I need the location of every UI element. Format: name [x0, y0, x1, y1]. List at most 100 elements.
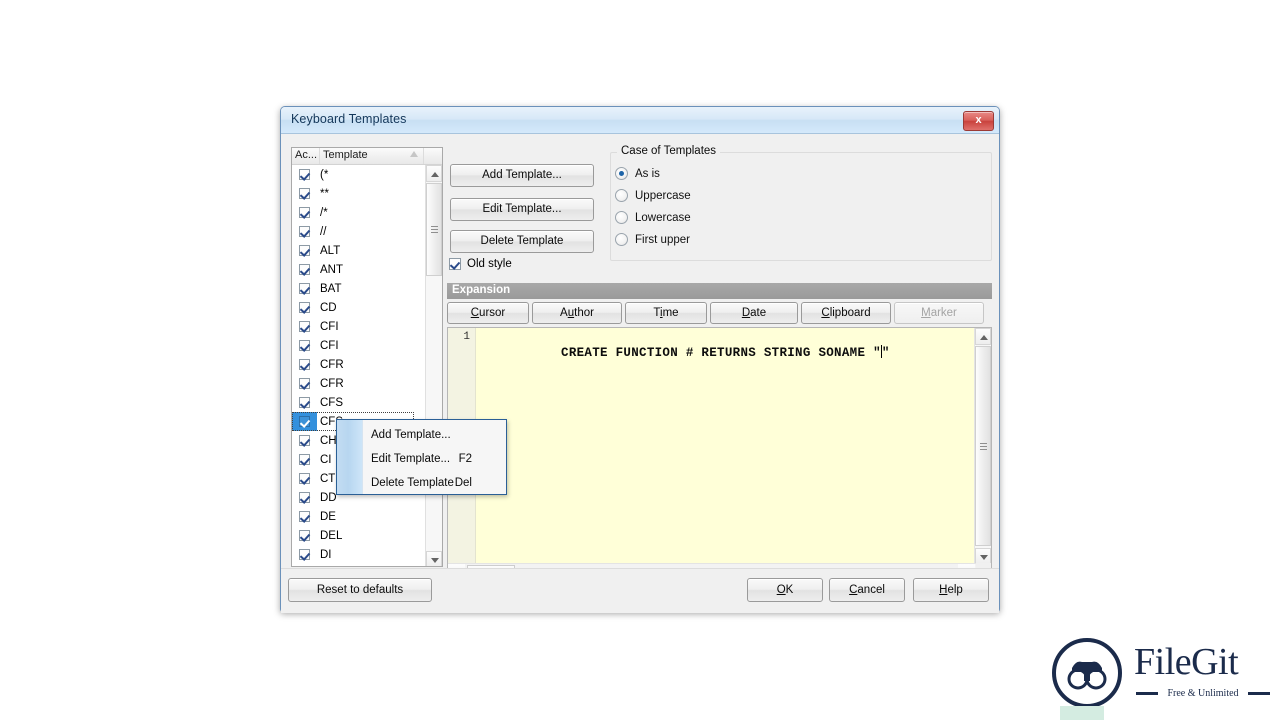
list-item[interactable]: ** [292, 184, 414, 203]
editor-scrollbar-thumb[interactable] [975, 346, 991, 546]
expansion-toolbar: Cursor Author Time Date Clipboard Marker [447, 302, 992, 324]
reset-to-defaults-button[interactable]: Reset to defaults [288, 578, 432, 602]
list-item[interactable]: ANT [292, 260, 414, 279]
chevron-up-icon [980, 335, 988, 340]
list-item-label: ALT [320, 244, 341, 257]
checkbox-icon[interactable] [299, 188, 310, 199]
radio-uppercase[interactable]: Uppercase [615, 189, 691, 202]
button-accel: C [470, 307, 480, 319]
checkbox-icon[interactable] [299, 511, 310, 522]
editor-scrollbar-vertical[interactable] [974, 328, 991, 565]
expansion-author-button[interactable]: Author [532, 302, 622, 324]
expansion-date-button[interactable]: Date [710, 302, 798, 324]
button-accel: C [821, 307, 830, 319]
checkbox-icon[interactable] [299, 454, 310, 465]
checkbox-icon[interactable] [299, 492, 310, 503]
list-item-label: (* [320, 168, 329, 181]
old-style-checkbox[interactable]: Old style [449, 258, 512, 270]
help-button[interactable]: Help [913, 578, 989, 602]
list-item-label: CH [320, 434, 337, 447]
list-item[interactable]: DEL [292, 526, 414, 545]
expansion-cursor-button[interactable]: Cursor [447, 302, 529, 324]
cancel-button[interactable]: Cancel [829, 578, 905, 602]
editor-scroll-up-button[interactable] [975, 328, 991, 345]
list-item[interactable]: DI [292, 545, 414, 564]
menu-item-delete-template[interactable]: Delete Template Del [363, 471, 508, 495]
checkbox-icon[interactable] [299, 283, 310, 294]
code-text-after-caret: " [881, 346, 890, 360]
menu-item-label: Add Template... [371, 429, 451, 441]
expansion-editor[interactable]: 1 CREATE FUNCTION # RETURNS STRING SONAM… [447, 327, 992, 581]
button-accel: D [741, 307, 751, 319]
close-icon[interactable]: x [963, 111, 994, 131]
column-header-active[interactable]: Ac... [292, 148, 320, 164]
list-item[interactable]: CFI [292, 336, 414, 355]
template-list[interactable]: Ac... Template (* ** /* // ALT ANT BAT CD CFI CFI… [291, 147, 443, 567]
edit-template-button[interactable]: Edit Template... [450, 198, 594, 221]
checkbox-icon[interactable] [299, 473, 310, 484]
list-item-label: CT [320, 472, 336, 485]
list-item[interactable]: CFR [292, 355, 414, 374]
list-item[interactable]: ALT [292, 241, 414, 260]
checkbox-icon[interactable] [299, 169, 310, 180]
checkbox-icon[interactable] [299, 245, 310, 256]
add-template-button[interactable]: Add Template... [450, 164, 594, 187]
list-item-label: CI [320, 453, 332, 466]
radio-as-is-label: As is [635, 167, 660, 180]
context-menu: Add Template... Edit Template... F2 Dele… [336, 419, 507, 495]
scroll-up-button[interactable] [426, 165, 442, 182]
checkbox-icon[interactable] [299, 226, 310, 237]
list-item[interactable]: CD [292, 298, 414, 317]
radio-button-icon [615, 211, 628, 224]
checkbox-icon[interactable] [299, 207, 310, 218]
filegit-tagline: Free & Unlimited [1136, 688, 1270, 699]
menu-item-edit-template[interactable]: Edit Template... F2 [363, 447, 508, 471]
radio-lowercase[interactable]: Lowercase [615, 211, 691, 224]
list-item[interactable]: CFI [292, 317, 414, 336]
button-label-post: arker [930, 307, 957, 319]
checkbox-icon[interactable] [299, 302, 310, 313]
delete-template-button[interactable]: Delete Template [450, 230, 594, 253]
help-rest: elp [947, 584, 963, 596]
checkbox-icon[interactable] [299, 264, 310, 275]
checkbox-icon[interactable] [299, 397, 310, 408]
radio-as-is[interactable]: As is [615, 167, 660, 180]
checkbox-icon[interactable] [299, 435, 310, 446]
list-item-label: CFR [320, 358, 344, 371]
list-item[interactable]: BAT [292, 279, 414, 298]
radio-uppercase-label: Uppercase [635, 189, 691, 202]
editor-code-line[interactable]: CREATE FUNCTION # RETURNS STRING SONAME … [483, 331, 890, 374]
binoculars-icon [1067, 661, 1107, 690]
ok-button[interactable]: OK [747, 578, 823, 602]
scroll-down-button[interactable] [426, 551, 442, 566]
checkbox-icon[interactable] [299, 359, 310, 370]
chevron-down-icon [431, 558, 439, 563]
expansion-clipboard-button[interactable]: Clipboard [801, 302, 891, 324]
checkbox-icon[interactable] [299, 340, 310, 351]
list-item[interactable]: DE [292, 507, 414, 526]
scrollbar-thumb[interactable] [426, 183, 442, 276]
checkbox-icon[interactable] [299, 378, 310, 389]
menu-item-label: Edit Template... [371, 453, 451, 465]
list-item[interactable]: // [292, 222, 414, 241]
title-bar[interactable]: Keyboard Templates x [281, 107, 999, 134]
radio-first-upper[interactable]: First upper [615, 233, 690, 246]
checkbox-icon[interactable] [299, 321, 310, 332]
menu-item-add-template[interactable]: Add Template... [363, 423, 508, 447]
checkbox-icon[interactable] [299, 530, 310, 541]
expansion-time-button[interactable]: Time [625, 302, 707, 324]
sort-ascending-icon [410, 151, 418, 157]
list-item[interactable]: CFS [292, 393, 414, 412]
list-item-label: DD [320, 491, 337, 504]
checkbox-icon[interactable] [299, 549, 310, 560]
list-item[interactable]: CFR [292, 374, 414, 393]
menu-item-shortcut: Del [454, 477, 472, 489]
column-header-template[interactable]: Template [320, 148, 424, 164]
list-item[interactable]: (* [292, 165, 414, 184]
list-item[interactable]: /* [292, 203, 414, 222]
list-rows: (* **/*//ALT ANT BAT CD CFI CFI CFR CFR CFS CFS CH C… [292, 165, 414, 566]
list-item-label: /* [320, 206, 328, 219]
expansion-section-header: Expansion [447, 283, 992, 299]
radio-button-icon [615, 233, 628, 246]
list-scrollbar-vertical[interactable] [425, 165, 442, 566]
